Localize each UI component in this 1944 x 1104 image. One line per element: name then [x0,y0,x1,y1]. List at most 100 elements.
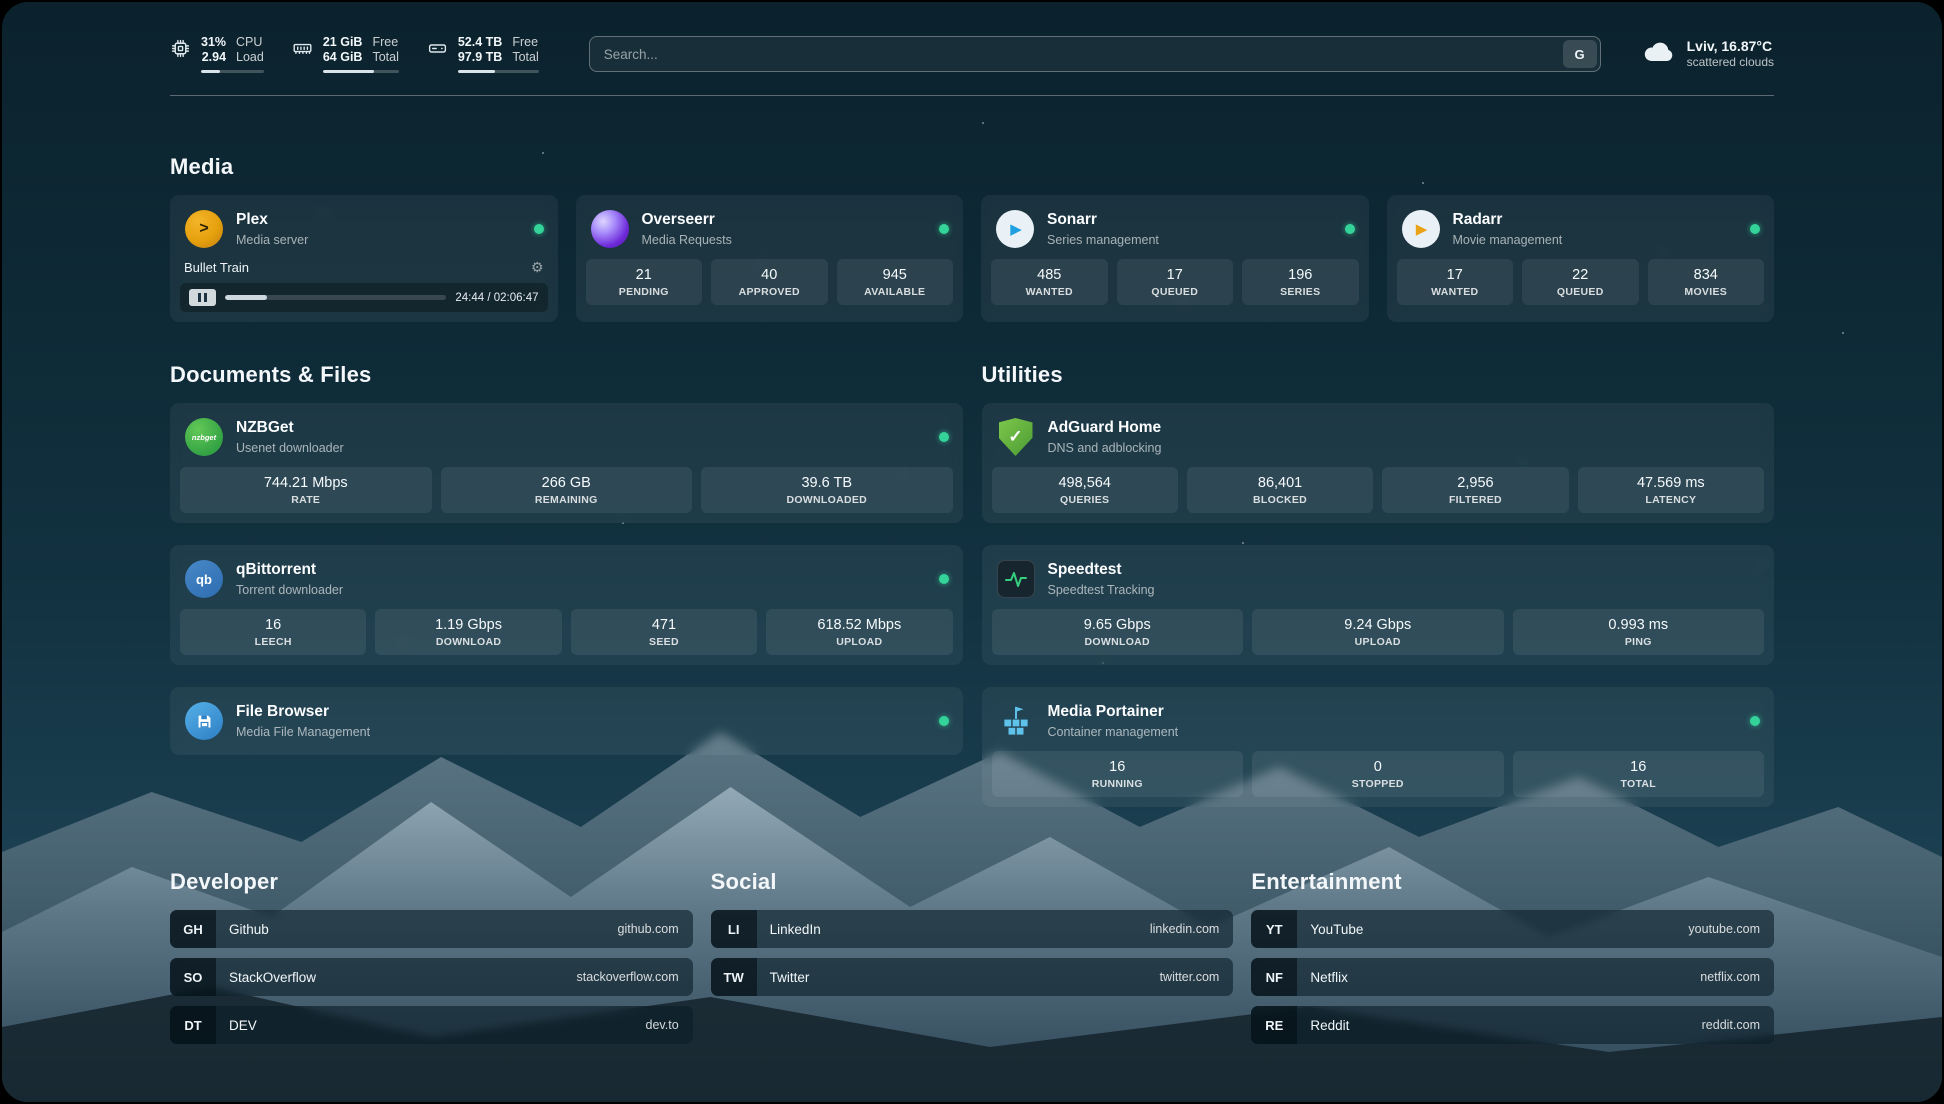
disk-total-value: 97.9 TB [458,50,502,66]
status-dot [1750,224,1760,234]
stat-series: 196SERIES [1242,259,1359,305]
stat-queued: 17QUEUED [1117,259,1234,305]
portainer-link[interactable]: Media Portainer Container management [992,697,1765,751]
search-provider-button[interactable]: G [1563,40,1597,68]
media-heading: Media [170,154,1774,180]
bookmark-name: Netflix [1297,970,1700,985]
service-desc: Series management [1047,233,1159,247]
stat-wanted: 485WANTED [991,259,1108,305]
cpu-widget: 31% 2.94 CPU Load [170,35,264,74]
radarr-card: ▶ Radarr Movie management 17WANTED [1387,195,1775,322]
bookmark-github[interactable]: GH Github github.com [170,910,693,948]
nzbget-link[interactable]: nzbget NZBGet Usenet downloader [180,413,953,467]
service-name: Radarr [1453,211,1563,230]
radarr-link[interactable]: ▶ Radarr Movie management [1397,205,1765,259]
search-bar: G [589,36,1601,72]
stat-rate: 744.21 MbpsRATE [180,467,432,513]
memory-free-label: Free [372,35,398,51]
plex-icon: > [184,209,224,249]
adguard-icon: ✓ [996,417,1036,457]
service-name: AdGuard Home [1048,419,1162,438]
github-abbr: GH [170,910,216,948]
service-desc: Speedtest Tracking [1048,583,1155,597]
overseerr-stats: 21PENDING 40APPROVED 945AVAILABLE [586,259,954,305]
filebrowser-icon [184,701,224,741]
cloud-icon [1641,34,1677,75]
bookmark-twitter[interactable]: TW Twitter twitter.com [711,958,1234,996]
bookmark-reddit[interactable]: RE Reddit reddit.com [1251,1006,1774,1044]
section-utilities: Utilities ✓ AdGuard Home DNS and adblock… [982,362,1775,807]
cpu-label: CPU [236,35,264,51]
stat-download: 1.19 GbpsDOWNLOAD [375,609,561,655]
playback-strip: 24:44 / 02:06:47 [180,283,548,312]
sonarr-stats: 485WANTED 17QUEUED 196SERIES [991,259,1359,305]
speedtest-stats: 9.65 GbpsDOWNLOAD 9.24 GbpsUPLOAD 0.993 … [992,609,1765,655]
nzbget-icon: nzbget [184,417,224,457]
section-media: Media > Plex Media server Bullet Train [170,154,1774,322]
filebrowser-link[interactable]: File Browser Media File Management [180,697,953,745]
bookmark-name: Github [216,922,618,937]
bookmark-netflix[interactable]: NF Netflix netflix.com [1251,958,1774,996]
netflix-abbr: NF [1251,958,1297,996]
stat-leech: 16LEECH [180,609,366,655]
status-dot [939,224,949,234]
disk-icon [427,38,448,59]
portainer-stats: 16RUNNING 0STOPPED 16TOTAL [992,751,1765,797]
service-name: File Browser [236,703,370,722]
speedtest-link[interactable]: Speedtest Speedtest Tracking [992,555,1765,609]
stat-pending: 21PENDING [586,259,703,305]
filebrowser-card: File Browser Media File Management [170,687,963,755]
qbittorrent-link[interactable]: qb qBittorrent Torrent downloader [180,555,953,609]
sonarr-link[interactable]: ▶ Sonarr Series management [991,205,1359,259]
stat-upload: 9.24 GbpsUPLOAD [1252,609,1504,655]
weather-location: Lviv, 16.87°C [1687,37,1774,55]
qbittorrent-icon: qb [184,559,224,599]
memory-total-label: Total [372,50,398,66]
bookmark-name: DEV [216,1018,646,1033]
sonarr-card: ▶ Sonarr Series management 485WANTED [981,195,1369,322]
service-desc: DNS and adblocking [1048,441,1162,455]
bookmark-stackoverflow[interactable]: SO StackOverflow stackoverflow.com [170,958,693,996]
stat-total: 16TOTAL [1513,751,1765,797]
weather-condition: scattered clouds [1687,55,1774,71]
portainer-card: Media Portainer Container management 16R… [982,687,1775,807]
adguard-link[interactable]: ✓ AdGuard Home DNS and adblocking [992,413,1765,467]
resource-widgets: 31% 2.94 CPU Load [170,35,539,74]
disk-free-value: 52.4 TB [458,35,502,51]
bookmark-url: youtube.com [1688,922,1774,936]
weather-widget: Lviv, 16.87°C scattered clouds [1641,34,1774,75]
dashboard: 31% 2.94 CPU Load [2,2,1942,1102]
linkedin-abbr: LI [711,910,757,948]
bookmark-youtube[interactable]: YT YouTube youtube.com [1251,910,1774,948]
memory-free-value: 21 GiB [323,35,363,51]
now-playing-row: Bullet Train ⚙ [180,259,548,283]
disk-total-label: Total [512,50,538,66]
section-social: Social LI LinkedIn linkedin.com TW Twitt… [711,869,1234,1054]
memory-progress-bar [323,70,399,74]
gear-icon[interactable]: ⚙ [531,259,544,276]
service-desc: Container management [1048,725,1179,739]
bookmark-dev[interactable]: DT DEV dev.to [170,1006,693,1044]
header-divider [170,95,1774,96]
sonarr-icon: ▶ [995,209,1035,249]
status-dot [939,432,949,442]
stat-queries: 498,564QUERIES [992,467,1178,513]
status-dot [939,574,949,584]
search-input[interactable] [589,36,1601,72]
plex-link[interactable]: > Plex Media server [180,205,548,259]
stat-seed: 471SEED [571,609,757,655]
bookmark-name: Reddit [1297,1018,1701,1033]
bookmark-url: github.com [618,922,693,936]
overseerr-link[interactable]: Overseerr Media Requests [586,205,954,259]
bookmark-linkedin[interactable]: LI LinkedIn linkedin.com [711,910,1234,948]
disk-progress-bar [458,70,539,74]
playback-time: 24:44 / 02:06:47 [455,292,538,304]
bookmark-url: dev.to [646,1018,693,1032]
pause-button[interactable] [189,289,216,306]
stat-filtered: 2,956FILTERED [1382,467,1568,513]
stackoverflow-abbr: SO [170,958,216,996]
disk-widget: 52.4 TB 97.9 TB Free Total [427,35,539,74]
bookmark-name: Twitter [757,970,1160,985]
plex-card: > Plex Media server Bullet Train ⚙ [170,195,558,322]
entertainment-heading: Entertainment [1251,869,1774,895]
